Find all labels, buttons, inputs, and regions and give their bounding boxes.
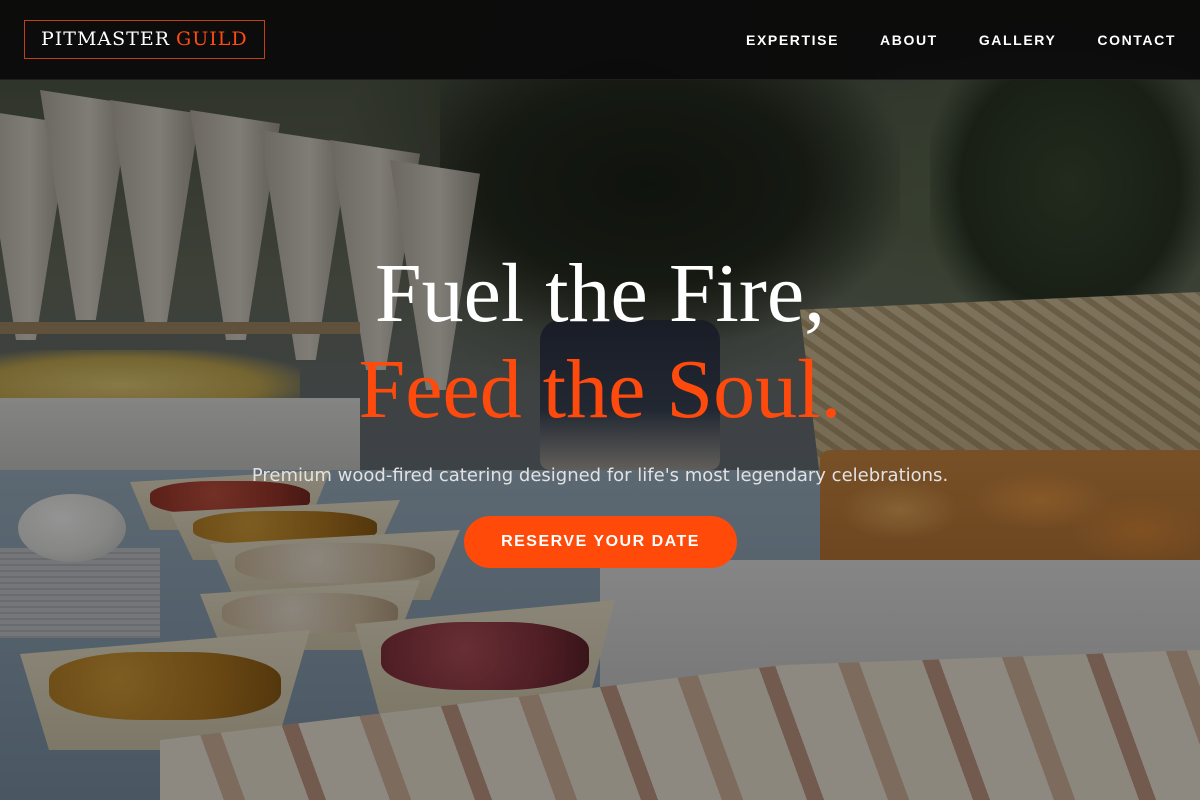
hero-headline-line1: Fuel the Fire,	[374, 247, 826, 340]
hero-section: Fuel the Fire, Feed the Soul. Premium wo…	[0, 0, 1200, 800]
hero-headline-line2: Feed the Soul.	[358, 343, 842, 436]
reserve-date-button[interactable]: RESERVE YOUR DATE	[464, 516, 737, 568]
page: Fuel the Fire, Feed the Soul. Premium wo…	[0, 0, 1200, 800]
hero-subtitle: Premium wood-fired catering designed for…	[251, 465, 949, 486]
nav-link-expertise[interactable]: EXPERTISE	[746, 32, 839, 48]
brand-name-accent: GUILD	[176, 28, 248, 50]
nav-link-gallery[interactable]: GALLERY	[979, 32, 1057, 48]
nav-link-contact[interactable]: CONTACT	[1097, 32, 1176, 48]
nav-menu: EXPERTISE ABOUT GALLERY CONTACT	[705, 32, 1176, 48]
brand-logo[interactable]: PITMASTER GUILD	[24, 20, 265, 59]
navbar: PITMASTER GUILD EXPERTISE ABOUT GALLERY C…	[0, 0, 1200, 80]
brand-name-primary: PITMASTER	[41, 28, 171, 50]
nav-link-about[interactable]: ABOUT	[880, 32, 938, 48]
